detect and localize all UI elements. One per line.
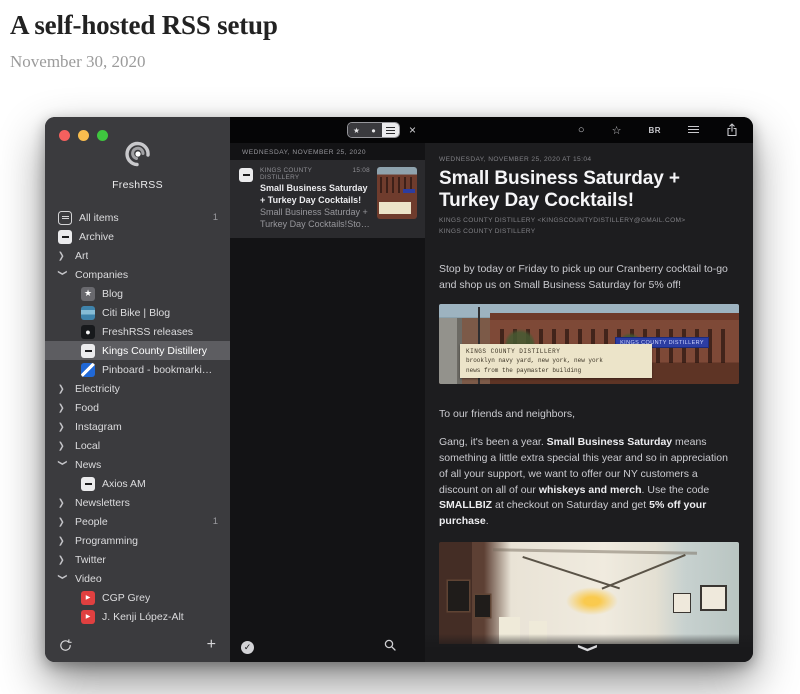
- add-feed-button[interactable]: +: [207, 637, 216, 653]
- sidebar-folder-people[interactable]: ❯ People 1: [45, 512, 230, 531]
- filter-starred-button[interactable]: ★: [348, 123, 365, 137]
- feed-nav: All items 1 Archive ❯ Art ❯ Companies ★ …: [45, 208, 230, 626]
- chevron-right-icon: ❯: [58, 440, 68, 450]
- share-icon[interactable]: [726, 123, 738, 137]
- feed-favicon: [81, 344, 95, 358]
- article-pane: ○ ☆ BR WEDNESDAY, NOVEMBER 25, 2020 AT 1…: [425, 117, 753, 662]
- article-title: Small Business Saturday + Turkey Day Coc…: [439, 168, 739, 212]
- article-feed: KINGS COUNTY DISTILLERY: [439, 227, 739, 238]
- photo-caption: KINGS COUNTY DISTILLERY brooklyn navy ya…: [460, 344, 652, 378]
- chevron-right-icon: ❯: [58, 421, 68, 431]
- app-name: FreshRSS: [112, 179, 163, 191]
- sidebar-folder-programming[interactable]: ❯ Programming: [45, 531, 230, 550]
- sidebar-folder-twitter[interactable]: ❯ Twitter: [45, 550, 230, 569]
- filter-all-button[interactable]: [382, 123, 399, 137]
- chevron-down-icon: ❯: [58, 270, 68, 280]
- article-paragraph: Gang, it's been a year. Small Business S…: [439, 435, 739, 530]
- mark-unread-icon[interactable]: ○: [578, 124, 585, 136]
- page-title: A self-hosted RSS setup: [10, 10, 278, 41]
- filter-unread-button[interactable]: ●: [365, 123, 382, 137]
- search-button[interactable]: [384, 638, 396, 656]
- star-icon: ★: [81, 287, 95, 301]
- sidebar-folder-news[interactable]: ❯ News: [45, 455, 230, 474]
- zoom-window-button[interactable]: [97, 130, 108, 141]
- sidebar-feed-citibike[interactable]: Citi Bike | Blog: [45, 303, 230, 322]
- sidebar-item-all-items[interactable]: All items 1: [45, 208, 230, 227]
- sidebar-folder-instagram[interactable]: ❯ Instagram: [45, 417, 230, 436]
- star-outline-icon[interactable]: ☆: [612, 124, 622, 137]
- chevron-right-icon: ❯: [58, 516, 68, 526]
- all-items-icon: [58, 211, 72, 225]
- filter-segmented-control: ★ ●: [347, 122, 400, 138]
- youtube-icon: ▶: [81, 591, 95, 605]
- bionic-reading-icon[interactable]: BR: [648, 126, 661, 135]
- sidebar-folder-newsletters[interactable]: ❯ Newsletters: [45, 493, 230, 512]
- article-list-item[interactable]: KINGS COUNTY DISTILLERY 15:08 Small Busi…: [230, 160, 425, 238]
- chevron-right-icon: ❯: [58, 402, 68, 412]
- list-toolbar: ★ ● ×: [230, 117, 425, 143]
- scroll-down-icon[interactable]: ❯: [578, 643, 600, 653]
- pinboard-icon: [81, 363, 95, 377]
- page-date: November 30, 2020: [10, 52, 146, 72]
- close-window-button[interactable]: [59, 130, 70, 141]
- feed-favicon: [239, 168, 253, 182]
- distillery-building-photo: KINGS COUNTY DISTILLERY KINGS COUNTY DIS…: [439, 304, 739, 384]
- chevron-right-icon: ❯: [58, 497, 68, 507]
- unread-count: 1: [213, 212, 218, 223]
- sidebar-folder-art[interactable]: ❯ Art: [45, 246, 230, 265]
- chevron-right-icon: ❯: [58, 535, 68, 545]
- list-footer: ✓: [230, 632, 425, 662]
- sidebar-folder-food[interactable]: ❯ Food: [45, 398, 230, 417]
- chevron-down-icon: ❯: [58, 574, 68, 584]
- article-toolbar: ○ ☆ BR: [425, 117, 753, 143]
- sidebar-feed-blog[interactable]: ★ Blog: [45, 284, 230, 303]
- youtube-icon: ▶: [81, 610, 95, 624]
- article-from: KINGS COUNTY DISTILLERY <KINGSCOUNTYDIST…: [439, 216, 739, 227]
- item-title: Small Business Saturday + Turkey Day Coc…: [260, 183, 370, 206]
- item-time: 15:08: [353, 167, 371, 181]
- list-lines-icon: [386, 127, 395, 134]
- sidebar-item-archive[interactable]: Archive: [45, 227, 230, 246]
- sidebar-feed-cgp-grey[interactable]: ▶ CGP Grey: [45, 588, 230, 607]
- item-preview: Small Business Saturday + Turkey Day Coc…: [260, 207, 370, 230]
- close-icon[interactable]: ×: [409, 124, 416, 136]
- sidebar-folder-video[interactable]: ❯ Video: [45, 569, 230, 588]
- freshrss-logo-icon: [121, 137, 155, 176]
- sidebar-feed-freshrss-releases[interactable]: ● FreshRSS releases: [45, 322, 230, 341]
- refresh-button[interactable]: [59, 639, 72, 652]
- article-paragraph: Stop by today or Friday to pick up our C…: [439, 262, 739, 294]
- github-icon: ●: [81, 325, 95, 339]
- chevron-right-icon: ❯: [58, 250, 68, 260]
- sidebar-folder-electricity[interactable]: ❯ Electricity: [45, 379, 230, 398]
- freshrss-window: FreshRSS All items 1 Archive ❯ Art ❯ Com…: [45, 117, 753, 662]
- sidebar-feed-kenji[interactable]: ▶ J. Kenji López-Alt: [45, 607, 230, 626]
- article-list-pane: ★ ● × WEDNESDAY, NOVEMBER 25, 2020 KINGS…: [230, 117, 425, 662]
- mark-read-button[interactable]: ✓: [241, 641, 254, 654]
- sidebar: FreshRSS All items 1 Archive ❯ Art ❯ Com…: [45, 117, 230, 662]
- sidebar-feed-pinboard[interactable]: Pinboard - bookmarking for introverts: [45, 360, 230, 379]
- article-paragraph: To our friends and neighbors,: [439, 407, 739, 423]
- chevron-right-icon: ❯: [58, 554, 68, 564]
- chevron-right-icon: ❯: [58, 383, 68, 393]
- citibike-favicon: [81, 306, 95, 320]
- sidebar-feed-kings-county-distillery[interactable]: Kings County Distillery: [45, 341, 230, 360]
- item-feed-name: KINGS COUNTY DISTILLERY: [260, 167, 353, 181]
- article-date: WEDNESDAY, NOVEMBER 25, 2020 AT 15:04: [439, 156, 739, 163]
- feed-favicon: [81, 477, 95, 491]
- chevron-down-icon: ❯: [58, 460, 68, 470]
- sidebar-feed-axios-am[interactable]: Axios AM: [45, 474, 230, 493]
- minimize-window-button[interactable]: [78, 130, 89, 141]
- archive-icon: [58, 230, 72, 244]
- article-content: WEDNESDAY, NOVEMBER 25, 2020 AT 15:04 Sm…: [425, 143, 753, 662]
- sidebar-folder-companies[interactable]: ❯ Companies: [45, 265, 230, 284]
- unread-count: 1: [213, 516, 218, 527]
- article-footer: ❯: [425, 634, 753, 662]
- tasting-room-photo: [439, 542, 739, 644]
- list-date-header: WEDNESDAY, NOVEMBER 25, 2020: [230, 143, 425, 160]
- item-thumbnail: [377, 167, 417, 219]
- sidebar-folder-local[interactable]: ❯ Local: [45, 436, 230, 455]
- reader-view-icon[interactable]: [688, 126, 699, 134]
